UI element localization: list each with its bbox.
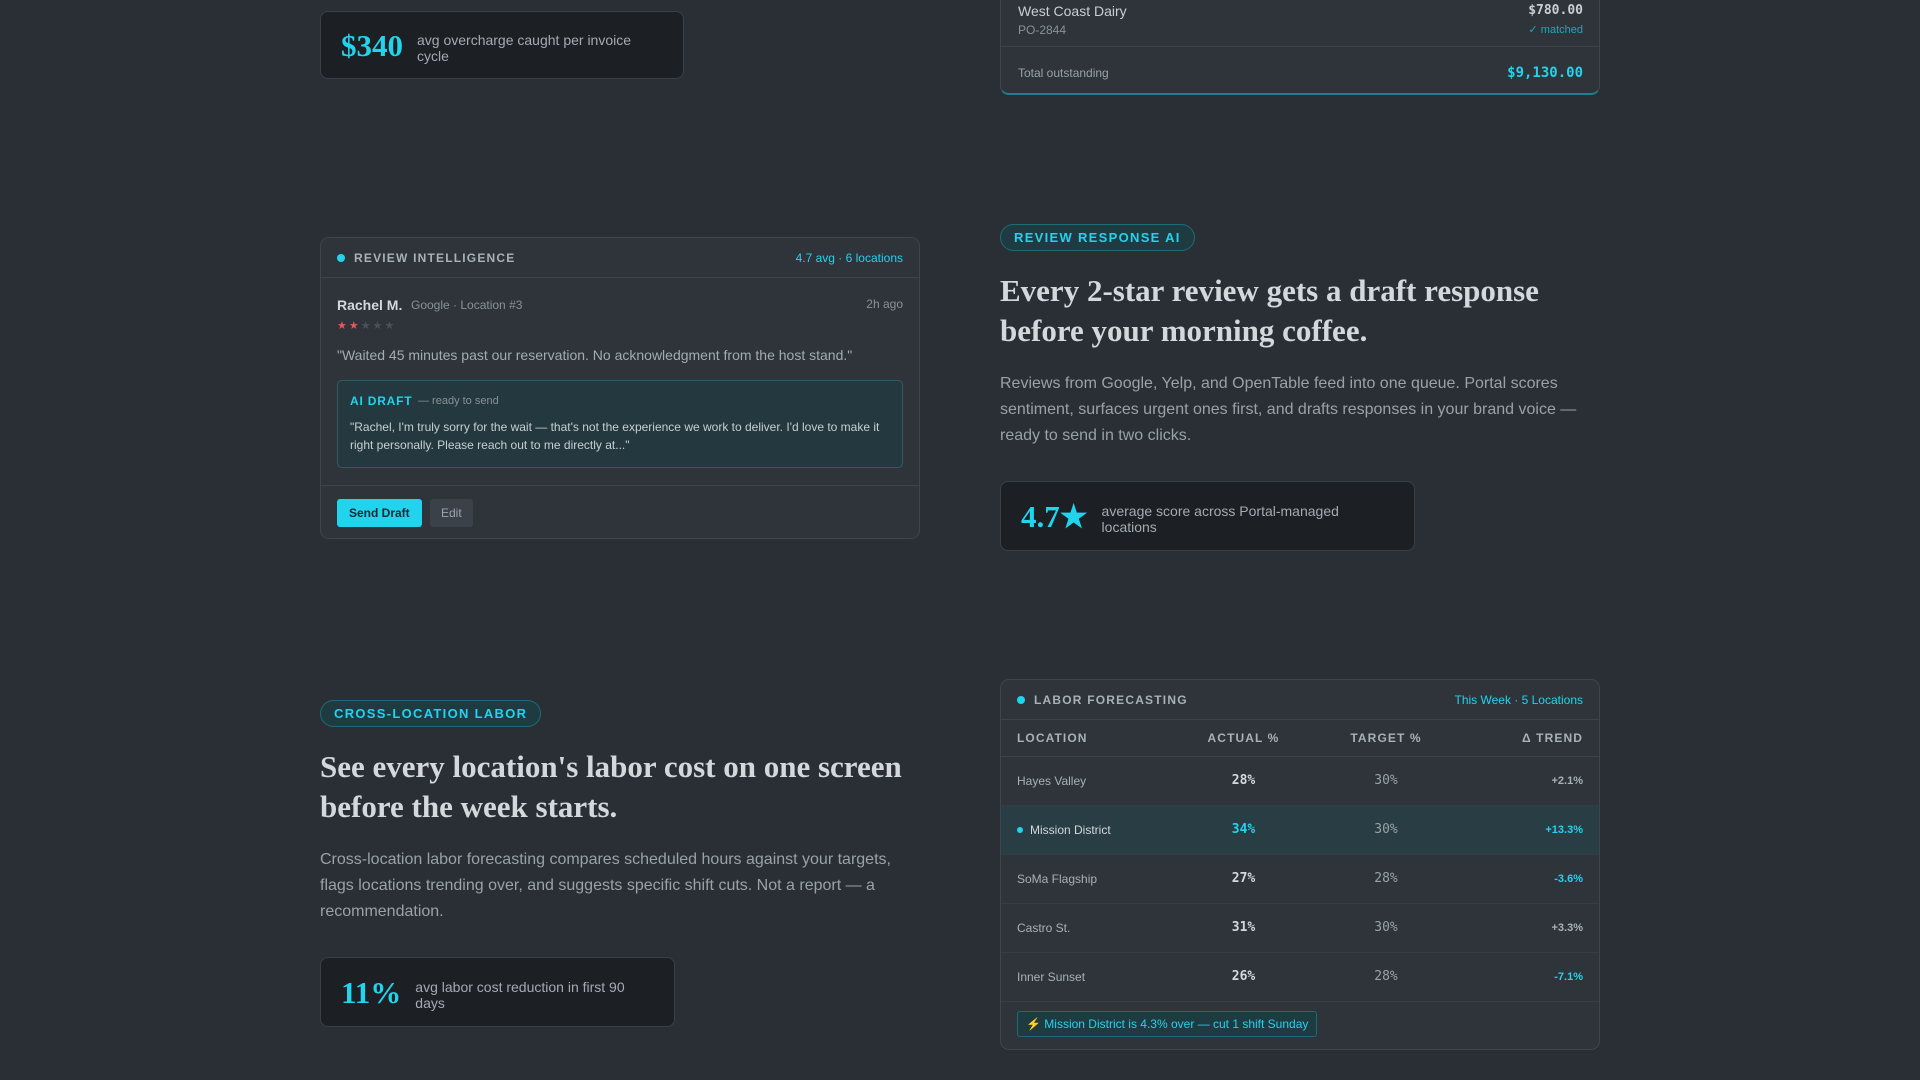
review-score-caption: average score across Portal-managed loca… xyxy=(1101,503,1339,535)
table-header-row: LOCATION ACTUAL % TARGET % Δ TREND xyxy=(1001,720,1599,757)
labor-body-line-1: Cross-location labor forecasting compare… xyxy=(320,851,891,868)
status-dot xyxy=(337,253,345,262)
location-cell: Castro St. xyxy=(1001,903,1176,953)
invoice-card: West Coast Dairy PO-2844 $780.00 ✓ match… xyxy=(1000,0,1600,95)
table-row[interactable]: SoMa Flagship 27% 28% -3.6% xyxy=(1001,854,1599,904)
actual-cell: 31% xyxy=(1176,903,1311,953)
review-score-value: 4.7★ xyxy=(1021,498,1088,534)
shift-cut-alert[interactable]: ⚡ Mission District is 4.3% over — cut 1 … xyxy=(1017,1011,1318,1037)
review-body-line-3: ready to send in two clicks. xyxy=(1000,427,1192,444)
table-row[interactable]: Hayes Valley 28% 30% +2.1% xyxy=(1001,756,1599,806)
labor-headline-line-2: before the week starts. xyxy=(320,789,618,824)
trend-cell: -3.6% xyxy=(1461,854,1599,904)
trend-cell: -7.1% xyxy=(1461,952,1599,1002)
review-source: Google · Location #3 xyxy=(411,298,523,312)
target-cell: 28% xyxy=(1311,854,1461,904)
labor-body-line-3: recommendation. xyxy=(320,903,444,920)
location-cell: Hayes Valley xyxy=(1001,756,1176,806)
cross-location-labor-badge: CROSS-LOCATION LABOR xyxy=(320,700,542,727)
labor-body: Cross-location labor forecasting compare… xyxy=(320,847,940,925)
target-cell: 30% xyxy=(1311,805,1461,855)
review-body-line-2: sentiment, surfaces urgent ones first, a… xyxy=(1000,401,1577,418)
review-headline-line-2: before your morning coffee. xyxy=(1000,313,1368,348)
location-cell: SoMa Flagship xyxy=(1001,854,1176,904)
table-row[interactable]: Castro St. 31% 30% +3.3% xyxy=(1001,903,1599,953)
labor-headline-line-1: See every location's labor cost on one s… xyxy=(320,749,902,784)
review-card-title: REVIEW INTELLIGENCE xyxy=(354,250,516,265)
review-card-header: REVIEW INTELLIGENCE 4.7 avg · 6 location… xyxy=(321,238,919,278)
send-draft-button[interactable]: Send Draft xyxy=(337,499,422,527)
edit-button[interactable]: Edit xyxy=(430,499,473,527)
labor-card-header: LABOR FORECASTING This Week · 5 Location… xyxy=(1001,680,1599,720)
labor-card-meta: This Week · 5 Locations xyxy=(1454,692,1583,707)
star-rating: ★★★★★ xyxy=(337,319,396,332)
target-cell: 30% xyxy=(1311,756,1461,806)
review-body-line-1: Reviews from Google, Yelp, and OpenTable… xyxy=(1000,375,1558,392)
labor-reduction-value: 11% xyxy=(341,974,402,1010)
labor-body-line-2: flags locations trending over, and sugge… xyxy=(320,877,875,894)
ai-draft-box: AI DRAFT — ready to send "Rachel, I'm tr… xyxy=(337,380,903,468)
labor-headline: See every location's labor cost on one s… xyxy=(320,747,940,827)
invoice-stat-caption: avg overcharge caught per invoice cycle xyxy=(417,32,632,64)
reviewer-name: Rachel M. xyxy=(337,297,403,313)
location-cell: Inner Sunset xyxy=(1001,952,1176,1002)
labor-reduction-stat: 11% avg labor cost reduction in first 90… xyxy=(320,957,675,1027)
column-header-trend: Δ TREND xyxy=(1461,720,1599,757)
review-score-stat: 4.7★ average score across Portal-managed… xyxy=(1000,481,1415,551)
invoice-po: PO-2844 xyxy=(1018,23,1067,37)
actual-cell: 27% xyxy=(1176,854,1311,904)
invoice-stat-value: $340 xyxy=(341,27,403,63)
invoice-status-badge: ✓ matched xyxy=(1528,24,1583,36)
ai-draft-status: — ready to send xyxy=(418,395,499,407)
column-header-target: TARGET % xyxy=(1311,720,1461,757)
labor-table: LOCATION ACTUAL % TARGET % Δ TREND Hayes… xyxy=(1001,720,1599,1002)
target-cell: 30% xyxy=(1311,903,1461,953)
table-row[interactable]: Inner Sunset 26% 28% -7.1% xyxy=(1001,952,1599,1002)
column-header-location: LOCATION xyxy=(1001,720,1176,757)
invoice-divider xyxy=(1001,46,1599,47)
actual-cell: 28% xyxy=(1176,756,1311,806)
invoice-total-label: Total outstanding xyxy=(1018,66,1109,80)
star-empty-icon: ★ xyxy=(372,320,385,332)
invoice-amount: $780.00 xyxy=(1528,3,1583,18)
review-card-meta: 4.7 avg · 6 locations xyxy=(795,250,903,265)
review-body: Reviews from Google, Yelp, and OpenTable… xyxy=(1000,371,1620,449)
review-quote: "Waited 45 minutes past our reservation.… xyxy=(337,347,853,363)
review-response-badge: REVIEW RESPONSE AI xyxy=(1000,224,1195,251)
location-cell: Mission District xyxy=(1001,805,1176,855)
review-time: 2h ago xyxy=(866,297,903,311)
location-name: Mission District xyxy=(1030,822,1111,837)
labor-forecasting-card: LABOR FORECASTING This Week · 5 Location… xyxy=(1000,679,1600,1050)
actual-cell: 26% xyxy=(1176,952,1311,1002)
review-headline-line-1: Every 2-star review gets a draft respons… xyxy=(1000,273,1539,308)
review-intelligence-card: REVIEW INTELLIGENCE 4.7 avg · 6 location… xyxy=(320,237,920,539)
target-cell: 28% xyxy=(1311,952,1461,1002)
actual-cell: 34% xyxy=(1176,805,1311,855)
review-headline: Every 2-star review gets a draft respons… xyxy=(1000,271,1620,351)
invoice-total-value: $9,130.00 xyxy=(1507,65,1583,81)
invoice-stat: $340 avg overcharge caught per invoice c… xyxy=(320,11,684,79)
trend-cell: +13.3% xyxy=(1461,805,1599,855)
ai-draft-text[interactable]: "Rachel, I'm truly sorry for the wait — … xyxy=(350,418,890,454)
star-empty-icon: ★ xyxy=(360,320,373,332)
star-empty-icon: ★ xyxy=(384,320,397,332)
status-dot xyxy=(1017,695,1025,704)
star-filled-icon: ★ xyxy=(337,320,349,332)
review-card-divider xyxy=(321,485,919,486)
column-header-actual: ACTUAL % xyxy=(1176,720,1311,757)
labor-reduction-caption: avg labor cost reduction in first 90 day… xyxy=(415,979,625,1011)
trend-cell: +2.1% xyxy=(1461,756,1599,806)
trend-cell: +3.3% xyxy=(1461,903,1599,953)
flag-dot xyxy=(1017,827,1023,834)
star-filled-icon: ★ xyxy=(348,320,361,332)
ai-draft-label: AI DRAFT xyxy=(350,394,413,408)
invoice-vendor: West Coast Dairy xyxy=(1018,3,1127,19)
table-row-highlighted[interactable]: Mission District 34% 30% +13.3% xyxy=(1001,805,1599,855)
labor-card-title: LABOR FORECASTING xyxy=(1034,692,1188,707)
